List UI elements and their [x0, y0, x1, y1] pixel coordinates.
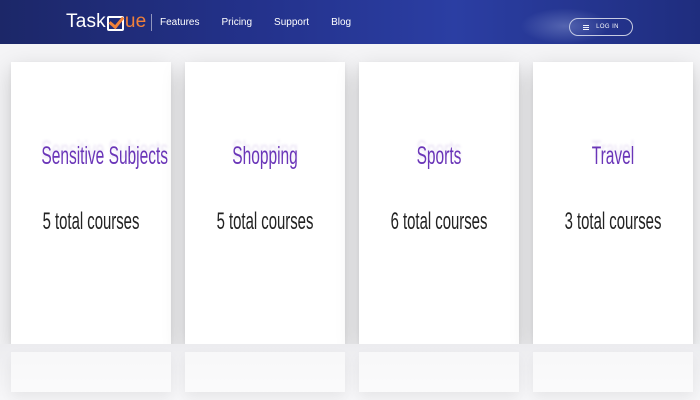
- category-card-sports[interactable]: Sports 6 total courses: [359, 62, 519, 344]
- login-label: LOG IN: [596, 24, 619, 30]
- main-nav: Features Pricing Support Blog: [160, 0, 373, 44]
- course-count: 3 total courses: [564, 208, 662, 235]
- course-count: 6 total courses: [390, 208, 488, 235]
- category-card-travel[interactable]: Travel 3 total courses: [533, 62, 693, 344]
- next-row-card-edge: [11, 352, 171, 392]
- checkbox-logo-icon: [106, 15, 124, 31]
- course-count: 5 total courses: [216, 208, 314, 235]
- next-row-card-edge: [359, 352, 519, 392]
- menu-lines-icon: [583, 24, 590, 31]
- nav-link-blog[interactable]: Blog: [331, 17, 351, 28]
- nav-link-support[interactable]: Support: [274, 17, 309, 28]
- category-card-shopping[interactable]: Shopping 5 total courses: [185, 62, 345, 344]
- top-navbar: Task ue Features Pricing Support Blog LO…: [0, 0, 700, 44]
- nav-link-pricing[interactable]: Pricing: [221, 17, 252, 28]
- category-cards: Sensitive Subjects 5 total courses Shopp…: [0, 62, 700, 344]
- category-title: Travel: [591, 142, 635, 170]
- nav-link-features[interactable]: Features: [160, 17, 199, 28]
- logo-text-accent: ue: [124, 11, 147, 32]
- category-title: Shopping: [232, 142, 298, 170]
- category-title: Sensitive Subjects: [41, 142, 169, 170]
- category-card-sensitive-subjects[interactable]: Sensitive Subjects 5 total courses: [11, 62, 171, 344]
- login-button[interactable]: LOG IN: [569, 18, 633, 36]
- taskque-logo[interactable]: Task ue: [66, 10, 146, 34]
- course-count: 5 total courses: [42, 208, 140, 235]
- logo-text: Task: [66, 11, 106, 32]
- next-row-card-edge: [533, 352, 693, 392]
- next-row-card-edge: [185, 352, 345, 392]
- nav-divider: [151, 14, 152, 31]
- category-title: Sports: [416, 142, 462, 170]
